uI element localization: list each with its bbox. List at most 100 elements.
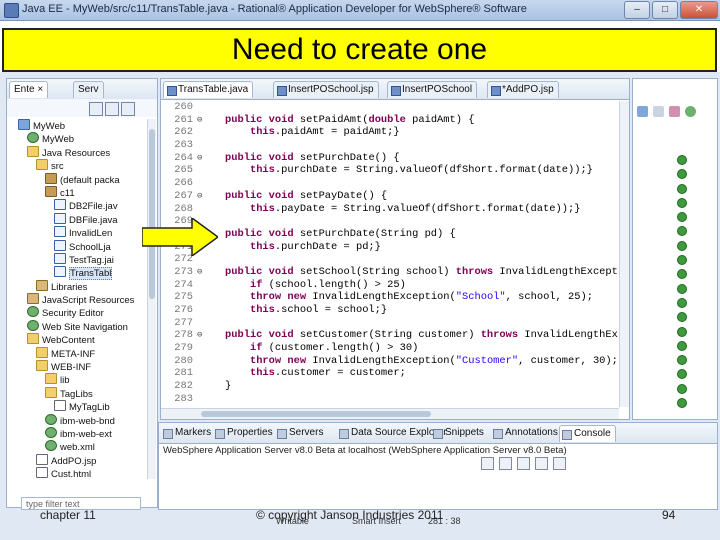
code-line[interactable]: 278 ⊖ public void setCustomer(String custo… bbox=[161, 329, 619, 342]
code-line[interactable]: 282} bbox=[161, 380, 619, 393]
tree-item[interactable]: TagLibs bbox=[9, 386, 145, 400]
code-line[interactable]: 273 ⊖ public void setSchool(String school)… bbox=[161, 266, 619, 279]
hide-nonpublic-icon[interactable] bbox=[685, 106, 696, 117]
tree-item[interactable]: MyWeb bbox=[9, 132, 145, 145]
method-icon[interactable] bbox=[677, 212, 687, 223]
method-icon[interactable] bbox=[677, 383, 687, 394]
tree-item[interactable]: ibm-web-bnd bbox=[9, 413, 145, 427]
tree-item[interactable]: TransTabl bbox=[9, 266, 145, 281]
tree-item[interactable]: MyWeb bbox=[9, 119, 145, 132]
code-line[interactable]: 270⊖public void setPurchDate(String pd) … bbox=[161, 228, 619, 241]
method-icon[interactable] bbox=[677, 355, 687, 366]
tree-item[interactable]: lib bbox=[9, 373, 145, 386]
code-line[interactable]: 272 bbox=[161, 253, 619, 266]
code-line[interactable]: 269 bbox=[161, 215, 619, 228]
link-editor-icon[interactable] bbox=[105, 102, 119, 116]
tree-item[interactable]: web.xml bbox=[9, 440, 145, 453]
code-line[interactable]: 262 this.paidAmt = paidAmt;} bbox=[161, 126, 619, 139]
hide-static-icon[interactable] bbox=[669, 106, 680, 117]
tree-item[interactable]: Libraries bbox=[9, 279, 145, 293]
tree-item[interactable]: Security Editor bbox=[9, 306, 145, 319]
console-tab[interactable]: Annotations bbox=[491, 425, 562, 441]
editor-tab[interactable]: InsertPOSchool bbox=[387, 81, 478, 98]
code-line[interactable]: 280 throw new InvalidLengthException("Cu… bbox=[161, 355, 619, 368]
code-line[interactable]: 268 this.payDate = String.valueOf(dfShor… bbox=[161, 203, 619, 216]
code-line[interactable]: 276 this.school = school;} bbox=[161, 304, 619, 317]
fold-toggle-icon[interactable]: ⊖ bbox=[197, 329, 202, 342]
method-icon[interactable] bbox=[677, 240, 687, 251]
tree-item[interactable]: META-INF bbox=[9, 346, 145, 360]
console-tab[interactable]: Console bbox=[559, 425, 616, 442]
tree-item[interactable]: Cust.html bbox=[9, 467, 145, 479]
tree-item[interactable]: Web Site Navigation bbox=[9, 319, 145, 333]
code-line[interactable]: 277 bbox=[161, 317, 619, 330]
code-line[interactable]: 281 this.customer = customer; bbox=[161, 367, 619, 380]
console-tab[interactable]: Properties bbox=[213, 425, 277, 441]
method-icon[interactable] bbox=[677, 326, 687, 337]
editor-horizontal-scrollbar[interactable] bbox=[161, 408, 619, 419]
code-line[interactable]: 271 this.purchDate = pd;} bbox=[161, 241, 619, 254]
editor-tab[interactable]: *AddPO.jsp bbox=[487, 81, 559, 98]
tree-scrollbar[interactable] bbox=[147, 119, 156, 479]
method-icon[interactable] bbox=[677, 340, 687, 351]
fold-toggle-icon[interactable]: ⊖ bbox=[197, 152, 202, 165]
method-icon[interactable] bbox=[677, 255, 687, 266]
tree-item[interactable]: MyTagLib bbox=[9, 400, 145, 413]
tree-item[interactable]: ibm-web-ext bbox=[9, 426, 145, 440]
code-line[interactable]: 265 this.purchDate = String.valueOf(dfSh… bbox=[161, 164, 619, 177]
editor-tab[interactable]: InsertPOSchool.jsp bbox=[273, 81, 379, 98]
tree-item[interactable]: DBFile.java bbox=[9, 212, 145, 226]
method-icon[interactable] bbox=[677, 283, 687, 294]
code-line[interactable]: 283 bbox=[161, 393, 619, 401]
code-line[interactable]: 266 bbox=[161, 177, 619, 190]
code-area[interactable]: 260 261 ⊖ public void setPaidAmt(double pai… bbox=[161, 101, 619, 401]
tree-item[interactable]: InvalidLen bbox=[9, 226, 145, 239]
tree-item[interactable]: src bbox=[9, 159, 145, 172]
code-line[interactable]: 279 if (customer.length() > 30) bbox=[161, 342, 619, 355]
sort-icon[interactable] bbox=[637, 106, 648, 117]
scroll-lock-icon[interactable] bbox=[535, 457, 548, 470]
collapse-all-icon[interactable] bbox=[89, 102, 103, 116]
method-icon[interactable] bbox=[677, 369, 687, 380]
pin-console-icon[interactable] bbox=[553, 457, 566, 470]
code-line[interactable]: 261 ⊖ public void setPaidAmt(double paidAm… bbox=[161, 114, 619, 127]
method-icon[interactable] bbox=[677, 312, 687, 323]
tree-item[interactable]: Java Resources bbox=[9, 145, 145, 159]
scrollbar-thumb[interactable] bbox=[149, 129, 155, 299]
tree-item[interactable]: c11 bbox=[9, 185, 145, 199]
code-line[interactable]: 267 ⊖ public void setPayDate() { bbox=[161, 190, 619, 203]
method-icon[interactable] bbox=[677, 197, 687, 208]
minimize-button[interactable]: – bbox=[624, 1, 650, 19]
code-line[interactable]: 275 throw new InvalidLengthException("Sc… bbox=[161, 291, 619, 304]
editor-vertical-scrollbar[interactable] bbox=[619, 101, 629, 407]
tree-item[interactable]: WebContent bbox=[9, 333, 145, 346]
tree-item[interactable]: DB2File.jav bbox=[9, 199, 145, 212]
tree-item[interactable]: (default packa bbox=[9, 172, 145, 186]
tab-enterprise-explorer[interactable]: Ente × bbox=[9, 81, 49, 98]
code-line[interactable]: 260 bbox=[161, 101, 619, 114]
method-icon[interactable] bbox=[677, 226, 687, 237]
remove-launch-icon[interactable] bbox=[499, 457, 512, 470]
editor-tab[interactable]: TransTable.java bbox=[163, 81, 254, 98]
close-button[interactable]: ✕ bbox=[680, 1, 718, 19]
clear-console-icon[interactable] bbox=[517, 457, 530, 470]
method-icon[interactable] bbox=[677, 155, 687, 165]
tree-item[interactable]: WEB-INF bbox=[9, 360, 145, 373]
scrollbar-thumb[interactable] bbox=[201, 411, 431, 417]
method-icon[interactable] bbox=[677, 297, 687, 308]
fold-toggle-icon[interactable]: ⊖ bbox=[197, 114, 202, 127]
tree-item[interactable]: TestTag.jai bbox=[9, 252, 145, 266]
fold-toggle-icon[interactable]: ⊖ bbox=[197, 266, 202, 279]
tab-services[interactable]: Serv bbox=[73, 81, 104, 98]
terminate-icon[interactable] bbox=[481, 457, 494, 470]
hide-fields-icon[interactable] bbox=[653, 106, 664, 117]
code-line[interactable]: 264 ⊖ public void setPurchDate() { bbox=[161, 152, 619, 165]
console-tab[interactable]: Snippets bbox=[431, 425, 488, 441]
method-icon[interactable] bbox=[677, 169, 687, 180]
tree-item[interactable]: AddPO.jsp bbox=[9, 453, 145, 467]
code-line[interactable]: 274 if (school.length() > 25) bbox=[161, 279, 619, 292]
method-icon[interactable] bbox=[677, 398, 687, 409]
maximize-button[interactable]: □ bbox=[652, 1, 678, 19]
console-tab[interactable]: Markers bbox=[161, 425, 215, 441]
tree-item[interactable]: SchoolLja bbox=[9, 239, 145, 253]
